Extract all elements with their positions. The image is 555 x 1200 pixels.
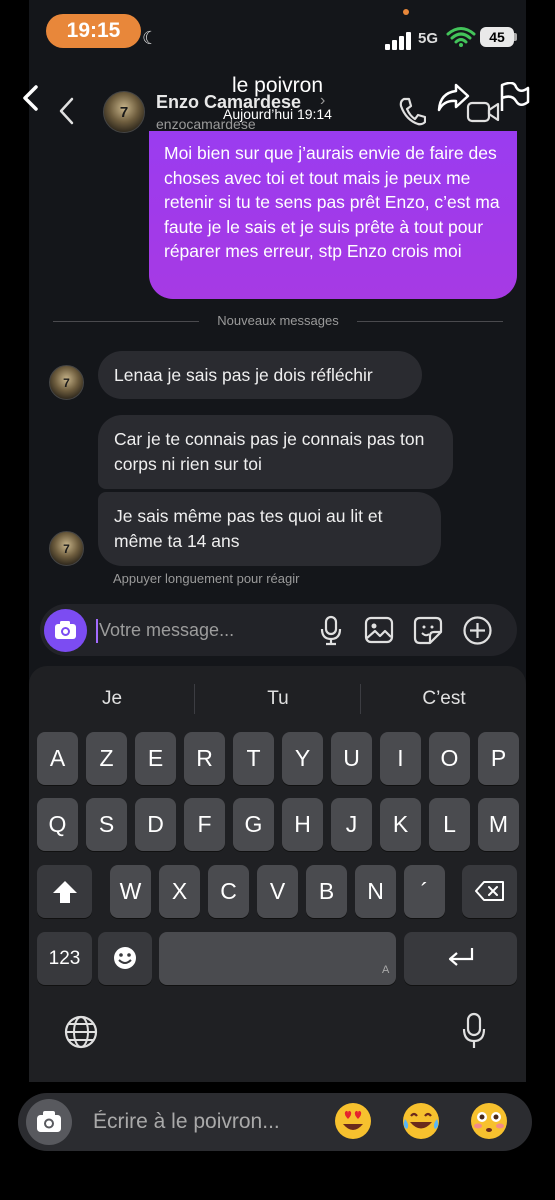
key-c[interactable]: C: [208, 865, 249, 918]
key-y[interactable]: Y: [282, 732, 323, 785]
suggestion-je[interactable]: Je: [80, 688, 144, 710]
numbers-key[interactable]: 123: [37, 932, 92, 985]
dictation-icon[interactable]: [461, 1012, 487, 1050]
incoming-message-bubble[interactable]: Car je te connais pas je connais pas ton…: [98, 415, 453, 489]
signal-icon: [385, 30, 417, 50]
key-accent[interactable]: ´: [404, 865, 445, 918]
key-z[interactable]: Z: [86, 732, 127, 785]
key-d[interactable]: D: [135, 798, 176, 851]
plus-circle-icon[interactable]: [462, 615, 493, 646]
key-k[interactable]: K: [380, 798, 421, 851]
video-call-icon[interactable]: [466, 100, 500, 124]
globe-icon[interactable]: [64, 1015, 98, 1049]
key-m[interactable]: M: [478, 798, 519, 851]
contact-name[interactable]: Enzo Camardese: [156, 92, 301, 113]
key-p[interactable]: P: [478, 732, 519, 785]
space-key[interactable]: [159, 932, 396, 985]
key-a[interactable]: A: [37, 732, 78, 785]
outer-back-icon[interactable]: [20, 84, 42, 112]
key-f[interactable]: F: [184, 798, 225, 851]
avatar-jersey-number: 7: [63, 542, 70, 556]
avatar-jersey-number: 7: [63, 376, 70, 390]
suggestion-cest[interactable]: C’est: [408, 688, 480, 710]
tears-of-joy-emoji[interactable]: [401, 1101, 441, 1146]
emoji-key[interactable]: [98, 932, 152, 985]
incoming-avatar[interactable]: 7: [49, 365, 84, 400]
key-q[interactable]: Q: [37, 798, 78, 851]
key-e[interactable]: E: [135, 732, 176, 785]
key-x[interactable]: X: [159, 865, 200, 918]
tears-of-joy-icon: [403, 1103, 439, 1139]
key-n[interactable]: N: [355, 865, 396, 918]
shift-arrow-icon: [52, 881, 77, 903]
message-input[interactable]: [99, 614, 309, 646]
camera-icon: [55, 621, 76, 639]
heart-eyes-icon: [335, 1103, 371, 1139]
backspace-icon: [474, 881, 504, 901]
key-v[interactable]: V: [257, 865, 298, 918]
key-r[interactable]: R: [184, 732, 225, 785]
text-caret: [96, 619, 98, 643]
backspace-key[interactable]: [462, 865, 517, 918]
phone-icon[interactable]: [398, 96, 426, 126]
new-messages-divider: Nouveaux messages: [217, 313, 339, 328]
key-s[interactable]: S: [86, 798, 127, 851]
wifi-icon: [446, 27, 476, 47]
key-i[interactable]: I: [380, 732, 421, 785]
key-o[interactable]: O: [429, 732, 470, 785]
key-g[interactable]: G: [233, 798, 274, 851]
chat-back-icon[interactable]: [57, 96, 77, 126]
camera-button[interactable]: [44, 609, 87, 652]
gallery-icon[interactable]: [364, 615, 394, 645]
microphone-icon[interactable]: [319, 615, 343, 647]
battery-level: 45: [480, 27, 514, 47]
key-u[interactable]: U: [331, 732, 372, 785]
status-time: 19:15: [46, 14, 141, 48]
react-hint: Appuyer longuement pour réagir: [113, 571, 300, 586]
battery-tip: [514, 33, 517, 41]
contact-avatar[interactable]: 7: [103, 91, 145, 133]
suggestion-separator: [360, 684, 361, 714]
network-type: 5G: [418, 30, 439, 47]
heart-eyes-emoji[interactable]: [333, 1101, 373, 1146]
chevron-right-icon: ›: [320, 92, 326, 109]
key-b[interactable]: B: [306, 865, 347, 918]
suggestion-separator: [194, 684, 195, 714]
key-w[interactable]: W: [110, 865, 151, 918]
key-t[interactable]: T: [233, 732, 274, 785]
privacy-indicator-icon: [403, 9, 409, 15]
key-j[interactable]: J: [331, 798, 372, 851]
flag-icon[interactable]: [498, 82, 530, 112]
smiley-icon: [114, 947, 136, 969]
shift-key[interactable]: [37, 865, 92, 918]
divider-line-right: [357, 321, 503, 322]
incoming-message-bubble[interactable]: Lenaa je sais pas je dois réfléchir: [98, 351, 422, 399]
return-key[interactable]: [404, 932, 517, 985]
key-h[interactable]: H: [282, 798, 323, 851]
outgoing-message-bubble[interactable]: Moi bien sur que j’aurais envie de faire…: [149, 131, 517, 299]
divider-line-left: [53, 321, 199, 322]
moon-icon: ☾: [142, 28, 159, 48]
incoming-message-bubble[interactable]: Je sais même pas tes quoi au lit et même…: [98, 492, 441, 566]
return-icon: [448, 948, 473, 966]
reply-camera-button[interactable]: [26, 1099, 72, 1145]
flushed-emoji[interactable]: [469, 1101, 509, 1146]
incoming-avatar[interactable]: 7: [49, 531, 84, 566]
suggestion-tu[interactable]: Tu: [246, 688, 310, 710]
flushed-face-icon: [471, 1103, 507, 1139]
story-reply-input[interactable]: [93, 1105, 313, 1139]
space-hint: A: [382, 964, 390, 976]
share-arrow-icon[interactable]: [436, 82, 470, 114]
camera-icon: [37, 1111, 61, 1132]
avatar-jersey-number: 7: [119, 104, 129, 121]
sticker-icon[interactable]: [413, 615, 443, 645]
contact-handle: enzocamardese: [156, 116, 256, 132]
key-l[interactable]: L: [429, 798, 470, 851]
